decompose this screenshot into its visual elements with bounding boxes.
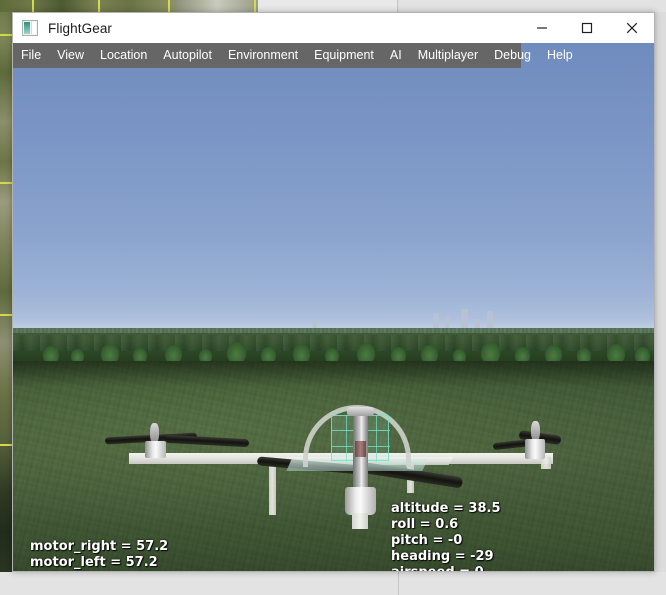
- desktop-wallpaper: [0, 0, 258, 12]
- menu-item-environment[interactable]: Environment: [220, 43, 306, 68]
- menu-item-location[interactable]: Location: [92, 43, 155, 68]
- rotor-left-hub: [150, 423, 159, 443]
- wallpaper-marking: [0, 444, 12, 446]
- minimize-icon: [536, 27, 547, 29]
- maximize-icon: [581, 22, 592, 34]
- flightgear-icon: [22, 20, 38, 36]
- rotor-right-hub: [531, 421, 540, 441]
- flightgear-window: FlightGear motor_right = 57.2 motor_left…: [12, 12, 655, 572]
- motor-readout-line: motor_front = 57.2: [30, 571, 169, 572]
- flight-readout-line: airspeed = 0: [391, 565, 501, 571]
- menu-item-multiplayer[interactable]: Multiplayer: [410, 43, 486, 68]
- desktop-panel: [258, 0, 398, 12]
- watermark: CSDN @代码讲故事: [492, 571, 648, 572]
- close-icon: [626, 22, 637, 34]
- menu-item-file[interactable]: File: [13, 43, 49, 68]
- menu-item-help[interactable]: Help: [539, 43, 581, 68]
- tree: [227, 342, 246, 363]
- window-title: FlightGear: [48, 20, 113, 36]
- desktop-panel: [399, 0, 666, 12]
- menu-item-ai[interactable]: AI: [382, 43, 410, 68]
- tree: [481, 342, 500, 363]
- wallpaper-marking: [32, 0, 34, 12]
- mast-band: [355, 441, 366, 457]
- desktop-bottom-edge: [0, 572, 666, 595]
- minimize-button[interactable]: [519, 13, 564, 43]
- menu-bar: File View Location Autopilot Environment…: [13, 43, 573, 68]
- desktop-left-edge: [0, 12, 12, 572]
- close-button[interactable]: [609, 13, 654, 43]
- menu-item-view[interactable]: View: [49, 43, 92, 68]
- flight-readout-line: pitch = -0: [391, 533, 463, 548]
- motor-left-pod: [145, 441, 166, 458]
- tree-canopy: [13, 335, 654, 363]
- menu-item-autopilot[interactable]: Autopilot: [155, 43, 220, 68]
- flight-readout-line: altitude = 38.5: [391, 501, 501, 516]
- desktop-divider: [398, 572, 399, 595]
- cage-post: [376, 416, 377, 462]
- motor-readout-line: motor_right = 57.2: [30, 539, 169, 554]
- window-controls: [519, 13, 654, 43]
- wallpaper-marking: [0, 314, 12, 316]
- menu-item-equipment[interactable]: Equipment: [306, 43, 382, 68]
- flight-readout-line: heading = -29: [391, 549, 494, 564]
- distant-building: [487, 311, 493, 329]
- mast-cap: [347, 407, 374, 416]
- icon-left-panel: [24, 22, 30, 34]
- cage-post: [346, 416, 347, 462]
- distant-building: [433, 313, 439, 329]
- motor-readout: motor_right = 57.2 motor_left = 57.2 mot…: [30, 539, 169, 572]
- flight-readout: altitude = 38.5 roll = 0.6 pitch = -0 he…: [391, 501, 501, 571]
- wallpaper-marking: [168, 0, 170, 12]
- motor-front-pod: [345, 487, 376, 515]
- wallpaper-marking: [0, 34, 12, 36]
- wallpaper-marking: [0, 182, 12, 184]
- menu-item-debug[interactable]: Debug: [486, 43, 539, 68]
- center-landing-leg: [352, 513, 368, 529]
- rotor-left-blade-b: [164, 434, 250, 448]
- simulation-viewport[interactable]: motor_right = 57.2 motor_left = 57.2 mot…: [13, 43, 654, 572]
- landing-strut: [269, 463, 276, 515]
- wallpaper-road: [176, 0, 258, 12]
- tree: [357, 343, 375, 363]
- icon-right-panel: [31, 22, 36, 34]
- wallpaper-marking: [254, 0, 256, 12]
- sky: [13, 43, 654, 331]
- maximize-button[interactable]: [564, 13, 609, 43]
- motor-readout-line: motor_left = 57.2: [30, 555, 158, 570]
- terrain-shadow-band: [13, 361, 654, 387]
- wallpaper-marking: [98, 0, 100, 12]
- flight-readout-line: roll = 0.6: [391, 517, 459, 532]
- distant-building: [461, 309, 468, 329]
- window-title-bar[interactable]: FlightGear: [13, 13, 654, 43]
- motor-right-pod: [525, 439, 545, 459]
